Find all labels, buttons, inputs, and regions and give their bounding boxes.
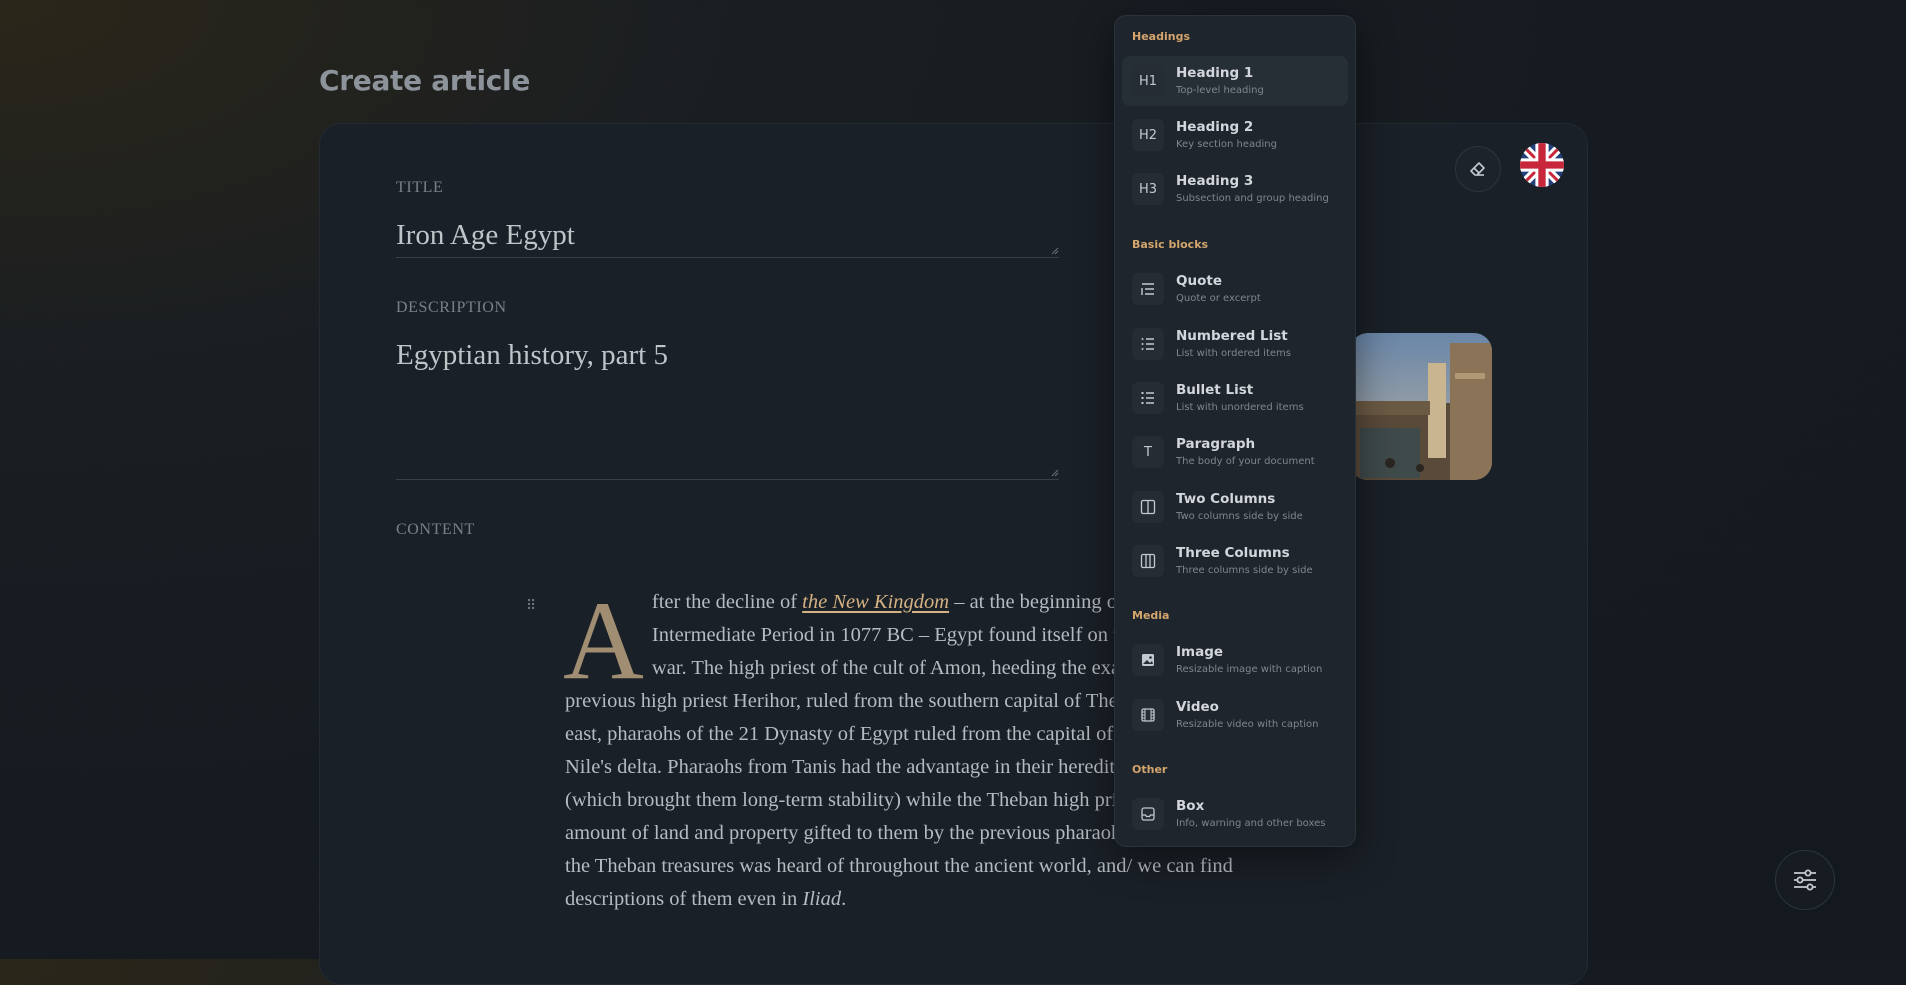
settings-button[interactable] bbox=[1775, 850, 1835, 910]
menu-item-title: Bullet List bbox=[1176, 382, 1254, 398]
menu-item-desc: Info, warning and other boxes bbox=[1176, 818, 1326, 829]
resize-handle-icon[interactable] bbox=[1051, 247, 1059, 255]
heading-3-icon: H3 bbox=[1132, 173, 1164, 205]
menu-group-basic: Basic blocks bbox=[1132, 238, 1209, 251]
menu-item-desc: Subsection and group heading bbox=[1176, 193, 1329, 204]
paragraph-icon: T bbox=[1132, 436, 1164, 468]
numbered-list-icon bbox=[1132, 328, 1164, 360]
menu-item-title: Numbered List bbox=[1176, 328, 1288, 344]
title-input[interactable]: Iron Age Egypt bbox=[396, 219, 1059, 258]
menu-item-heading-3[interactable]: H3 Heading 3 Subsection and group headin… bbox=[1122, 164, 1348, 214]
menu-item-quote[interactable]: Quote Quote or excerpt bbox=[1122, 264, 1348, 314]
menu-item-three-columns[interactable]: Three Columns Three columns side by side bbox=[1122, 536, 1348, 586]
title-label: TITLE bbox=[396, 179, 444, 196]
menu-item-two-columns[interactable]: Two Columns Two columns side by side bbox=[1122, 482, 1348, 532]
menu-item-desc: Top-level heading bbox=[1176, 85, 1264, 96]
content-text: . bbox=[841, 888, 847, 910]
menu-item-bullet-list[interactable]: Bullet List List with unordered items bbox=[1122, 373, 1348, 423]
menu-item-title: Image bbox=[1176, 644, 1224, 660]
article-image-thumbnail[interactable] bbox=[1350, 333, 1492, 480]
menu-item-title: Heading 3 bbox=[1176, 173, 1254, 189]
content-text: fter the decline of bbox=[651, 591, 803, 613]
menu-item-title: Paragraph bbox=[1176, 436, 1256, 452]
content-label: CONTENT bbox=[396, 521, 475, 538]
description-label: DESCRIPTION bbox=[396, 299, 507, 316]
menu-group-other: Other bbox=[1132, 763, 1168, 776]
two-columns-icon bbox=[1132, 491, 1164, 523]
menu-item-heading-1[interactable]: H1 Heading 1 Top-level heading bbox=[1122, 56, 1348, 106]
uk-flag-icon bbox=[1520, 143, 1564, 187]
menu-item-desc: Key section heading bbox=[1176, 139, 1277, 150]
page-title: Create article bbox=[319, 64, 531, 97]
menu-item-paragraph[interactable]: T Paragraph The body of your document bbox=[1122, 427, 1348, 477]
menu-item-desc: Resizable video with caption bbox=[1176, 719, 1319, 730]
three-columns-icon bbox=[1132, 545, 1164, 577]
menu-item-desc: Quote or excerpt bbox=[1176, 293, 1261, 304]
menu-item-video[interactable]: Video Resizable video with caption bbox=[1122, 690, 1348, 740]
title-value: Iron Age Egypt bbox=[396, 219, 575, 251]
sliders-icon bbox=[1794, 869, 1816, 891]
egypt-temple-image bbox=[1350, 333, 1492, 480]
drag-handle-icon[interactable]: ⠿ bbox=[526, 598, 536, 614]
iliad-italic: Iliad bbox=[802, 888, 842, 910]
menu-item-title: Three Columns bbox=[1176, 545, 1290, 561]
dropcap: A bbox=[563, 579, 644, 703]
article-form-card: TITLE Iron Age Egypt DESCRIPTION Egyptia… bbox=[319, 123, 1588, 985]
menu-item-box[interactable]: Box Info, warning and other boxes bbox=[1122, 789, 1348, 839]
box-icon bbox=[1132, 798, 1164, 830]
menu-item-title: Heading 2 bbox=[1176, 119, 1254, 135]
clear-format-button[interactable] bbox=[1455, 146, 1501, 192]
menu-item-desc: The body of your document bbox=[1176, 456, 1315, 467]
language-selector[interactable] bbox=[1520, 143, 1564, 187]
resize-handle-icon[interactable] bbox=[1051, 469, 1059, 477]
menu-group-media: Media bbox=[1132, 609, 1170, 622]
description-input[interactable]: Egyptian history, part 5 bbox=[396, 339, 1059, 480]
menu-item-desc: Two columns side by side bbox=[1176, 511, 1303, 522]
menu-item-heading-2[interactable]: H2 Heading 2 Key section heading bbox=[1122, 110, 1348, 160]
menu-item-title: Box bbox=[1176, 798, 1205, 814]
heading-2-icon: H2 bbox=[1132, 119, 1164, 151]
menu-item-numbered-list[interactable]: Numbered List List with ordered items bbox=[1122, 319, 1348, 369]
image-icon bbox=[1132, 644, 1164, 676]
menu-item-title: Heading 1 bbox=[1176, 65, 1254, 81]
video-icon bbox=[1132, 699, 1164, 731]
bullet-list-icon bbox=[1132, 382, 1164, 414]
menu-item-desc: Resizable image with caption bbox=[1176, 664, 1323, 675]
description-value: Egyptian history, part 5 bbox=[396, 339, 668, 371]
menu-item-title: Video bbox=[1176, 699, 1219, 715]
menu-group-headings: Headings bbox=[1132, 30, 1190, 43]
new-kingdom-link[interactable]: the New Kingdom bbox=[802, 591, 949, 613]
menu-item-desc: Three columns side by side bbox=[1176, 565, 1313, 576]
menu-item-image[interactable]: Image Resizable image with caption bbox=[1122, 635, 1348, 685]
heading-1-icon: H1 bbox=[1132, 65, 1164, 97]
block-type-menu: Headings H1 Heading 1 Top-level heading … bbox=[1114, 15, 1356, 847]
menu-item-desc: List with ordered items bbox=[1176, 348, 1291, 359]
eraser-icon bbox=[1470, 162, 1485, 176]
menu-item-title: Two Columns bbox=[1176, 491, 1276, 507]
menu-item-title: Quote bbox=[1176, 273, 1222, 289]
quote-icon bbox=[1132, 273, 1164, 305]
menu-item-desc: List with unordered items bbox=[1176, 402, 1304, 413]
